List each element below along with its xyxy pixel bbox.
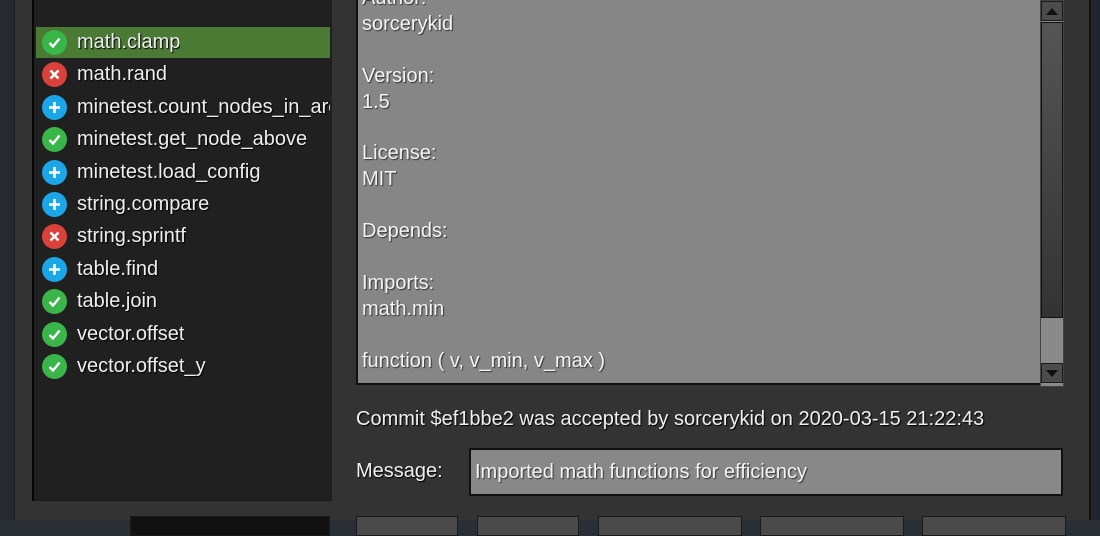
list-item[interactable]: table.find <box>36 254 330 285</box>
plus-icon <box>42 192 67 217</box>
commit-status-text: Commit $ef1bbe2 was accepted by sorceryk… <box>356 408 985 430</box>
plus-icon <box>42 159 67 185</box>
list-item[interactable]: math.rand <box>36 59 330 90</box>
cross-icon <box>42 224 67 250</box>
arrow-down-icon <box>1046 369 1058 377</box>
list-item[interactable]: string.compare <box>36 189 330 220</box>
scroll-down-button[interactable] <box>1041 363 1063 383</box>
commit-list[interactable]: math.clamp math.rand minetest.count_nodes_… <box>32 0 332 501</box>
list-item-label: vector.offset_y <box>77 355 206 377</box>
list-item[interactable]: minetest.count_nodes_in_area <box>36 92 330 123</box>
list-item-label: minetest.get_node_above <box>77 128 308 151</box>
list-item-label: math.rand <box>77 63 168 86</box>
check-icon <box>42 354 67 379</box>
check-icon <box>42 321 67 347</box>
list-item[interactable]: math.clamp <box>36 27 330 58</box>
list-item-label: minetest.count_nodes_in_area <box>77 95 330 118</box>
list-item-label: string.compare <box>77 193 210 215</box>
plus-icon <box>42 256 67 282</box>
list-item[interactable]: table.join <box>36 286 330 317</box>
list-item[interactable]: vector.offset <box>36 319 330 350</box>
check-icon <box>42 127 67 153</box>
list-item-label: table.find <box>77 257 159 280</box>
list-item-label: minetest.load_config <box>77 160 261 183</box>
details-scrollbar[interactable] <box>1040 0 1064 387</box>
details-text: Author: sorcerykid Version: 1.5 License:… <box>362 0 606 372</box>
message-label: Message: <box>356 460 443 482</box>
scroll-up-button[interactable] <box>1041 1 1063 21</box>
list-item-label: vector.offset <box>77 322 185 345</box>
bottom-field[interactable] <box>130 516 330 536</box>
list-item[interactable]: vector.offset_y <box>36 351 330 382</box>
details-panel: Author: sorcerykid Version: 1.5 License:… <box>356 0 1040 385</box>
list-item-label: math.clamp <box>77 31 181 53</box>
list-item-label: table.join <box>77 290 158 313</box>
list-item[interactable]: minetest.load_config <box>36 157 330 188</box>
check-icon <box>42 30 67 55</box>
cross-icon <box>42 62 67 88</box>
bottom-button-1[interactable] <box>356 516 458 536</box>
arrow-up-icon <box>1046 7 1058 15</box>
list-item[interactable]: minetest.get_node_above <box>36 124 330 155</box>
bottom-button-3[interactable] <box>598 516 742 536</box>
message-input[interactable] <box>469 448 1063 496</box>
list-item[interactable]: string.sprintf <box>36 221 330 252</box>
scrollbar-thumb[interactable] <box>1041 22 1063 318</box>
bottom-button-2[interactable] <box>477 516 579 536</box>
background-left <box>0 0 14 520</box>
plus-icon <box>42 94 67 120</box>
check-icon <box>42 289 67 315</box>
bottom-button-4[interactable] <box>760 516 904 536</box>
list-item-label: string.sprintf <box>77 225 186 248</box>
bottom-button-5[interactable] <box>922 516 1066 536</box>
